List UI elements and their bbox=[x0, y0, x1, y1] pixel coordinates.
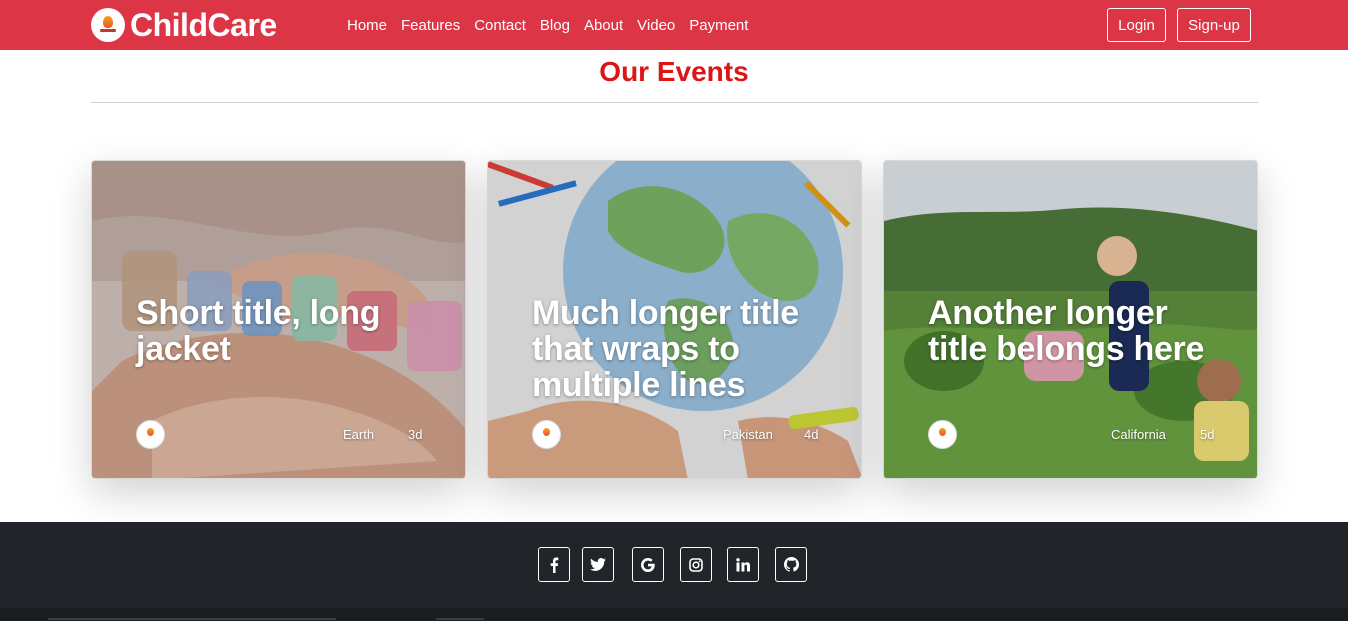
section-title: Our Events bbox=[599, 56, 749, 87]
event-card[interactable]: Another longer title belongs here Califo… bbox=[883, 160, 1258, 479]
login-button[interactable]: Login bbox=[1107, 8, 1166, 42]
card-title: Another longer title belongs here bbox=[928, 294, 1205, 368]
section-divider bbox=[91, 102, 1258, 103]
footer-divider bbox=[436, 618, 484, 620]
nav-link-payment[interactable]: Payment bbox=[682, 17, 755, 34]
nav-link-contact[interactable]: Contact bbox=[467, 17, 533, 34]
nav-link-features[interactable]: Features bbox=[394, 17, 467, 34]
card-days: 5d bbox=[1200, 427, 1215, 442]
signup-button[interactable]: Sign-up bbox=[1177, 8, 1251, 42]
card-location: Earth bbox=[343, 427, 375, 442]
brand-link[interactable]: ChildCare bbox=[91, 7, 277, 43]
card-location: Pakistan bbox=[723, 427, 773, 442]
card-location: California bbox=[1111, 427, 1166, 442]
avatar bbox=[136, 420, 165, 449]
brand-name: ChildCare bbox=[130, 7, 277, 43]
nav-link-video[interactable]: Video bbox=[630, 17, 682, 34]
github-icon[interactable] bbox=[775, 547, 807, 582]
childcare-logo-icon bbox=[91, 8, 125, 42]
facebook-icon[interactable] bbox=[538, 547, 570, 582]
nav-links: Home Features Contact Blog About Video P… bbox=[340, 0, 755, 50]
nav-link-about[interactable]: About bbox=[577, 17, 630, 34]
nav-link-home[interactable]: Home bbox=[340, 17, 394, 34]
google-icon[interactable] bbox=[632, 547, 664, 582]
linkedin-icon[interactable] bbox=[727, 547, 759, 582]
card-title: Much longer title that wraps to multiple… bbox=[532, 294, 799, 404]
footer bbox=[0, 522, 1348, 608]
nav-link-blog[interactable]: Blog bbox=[533, 17, 577, 34]
event-card[interactable]: Much longer title that wraps to multiple… bbox=[487, 160, 862, 479]
card-days: 4d bbox=[804, 427, 819, 442]
event-card[interactable]: Short title, long jacket Earth 3d bbox=[91, 160, 466, 479]
avatar bbox=[928, 420, 957, 449]
avatar bbox=[532, 420, 561, 449]
card-title: Short title, long jacket bbox=[136, 294, 381, 368]
navbar: ChildCare Home Features Contact Blog Abo… bbox=[0, 0, 1348, 50]
instagram-icon[interactable] bbox=[680, 547, 712, 582]
twitter-icon[interactable] bbox=[582, 547, 614, 582]
footer-divider bbox=[48, 618, 336, 620]
card-days: 3d bbox=[408, 427, 423, 442]
